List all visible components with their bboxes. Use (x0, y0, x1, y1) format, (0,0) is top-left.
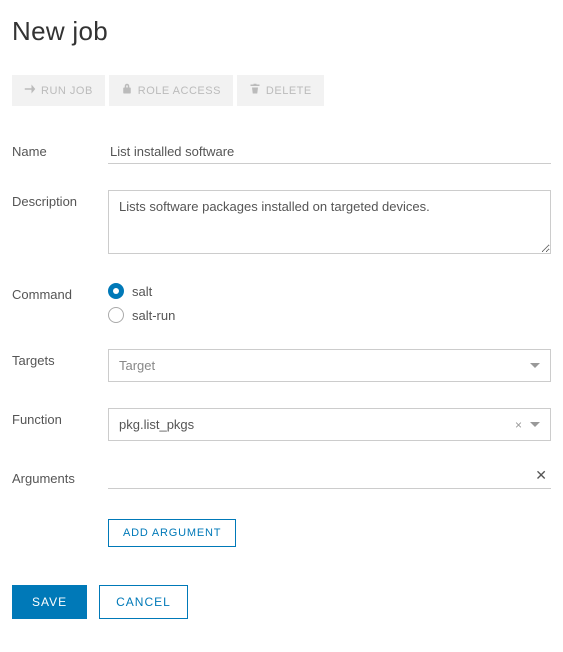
delete-label: DELETE (266, 85, 312, 97)
role-access-button[interactable]: ROLE ACCESS (109, 75, 233, 106)
description-label: Description (12, 190, 108, 209)
remove-argument-icon[interactable]: ✕ (531, 467, 551, 484)
chevron-down-icon (530, 363, 540, 368)
footer-actions: SAVE CANCEL (12, 585, 551, 619)
targets-select[interactable]: Target (108, 349, 551, 382)
cancel-button[interactable]: CANCEL (99, 585, 188, 619)
page-title: New job (12, 16, 551, 47)
command-option-salt-run-label: salt-run (132, 308, 175, 323)
toolbar: RUN JOB ROLE ACCESS DELETE (12, 75, 551, 106)
command-radio-salt[interactable]: salt (108, 283, 551, 299)
argument-input[interactable] (108, 467, 531, 484)
add-argument-button[interactable]: ADD ARGUMENT (108, 519, 236, 547)
function-select[interactable]: pkg.list_pkgs × (108, 408, 551, 441)
radio-unselected-icon (108, 307, 124, 323)
function-label: Function (12, 408, 108, 427)
play-icon (24, 83, 36, 98)
save-button[interactable]: SAVE (12, 585, 87, 619)
radio-selected-icon (108, 283, 124, 299)
chevron-down-icon (530, 422, 540, 427)
description-textarea[interactable]: Lists software packages installed on tar… (108, 190, 551, 254)
trash-icon (249, 83, 261, 98)
lock-icon (121, 83, 133, 98)
name-input[interactable] (108, 140, 551, 164)
run-job-label: RUN JOB (41, 85, 93, 97)
run-job-button[interactable]: RUN JOB (12, 75, 105, 106)
function-value: pkg.list_pkgs (119, 417, 194, 432)
arguments-label: Arguments (12, 467, 108, 486)
delete-button[interactable]: DELETE (237, 75, 324, 106)
targets-placeholder: Target (119, 358, 155, 373)
targets-label: Targets (12, 349, 108, 368)
role-access-label: ROLE ACCESS (138, 85, 221, 97)
command-option-salt-label: salt (132, 284, 152, 299)
name-label: Name (12, 140, 108, 159)
command-label: Command (12, 283, 108, 302)
clear-function-icon[interactable]: × (515, 418, 522, 432)
argument-row: ✕ (108, 467, 551, 489)
command-radio-salt-run[interactable]: salt-run (108, 307, 551, 323)
